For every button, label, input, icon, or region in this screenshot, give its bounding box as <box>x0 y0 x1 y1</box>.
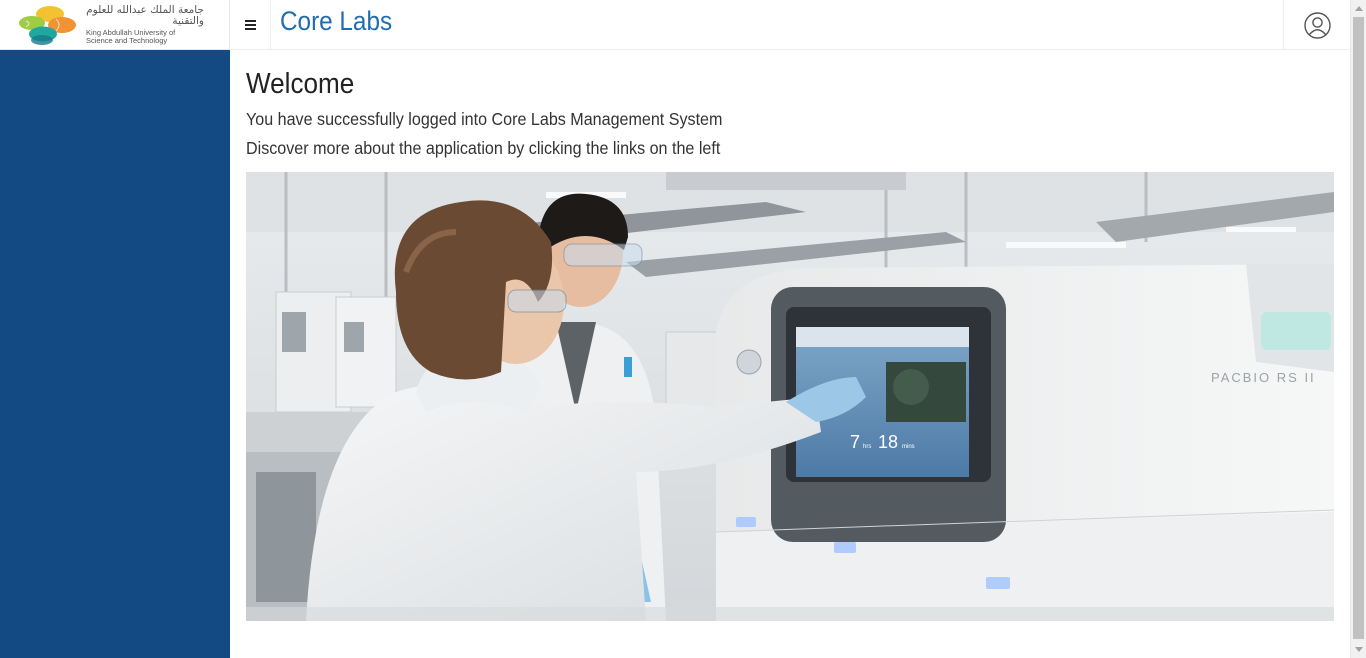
screen-hours-unit: hrs <box>863 444 871 450</box>
hero-image: PACBIO RS II 7 hrs 18 mins <box>246 172 1334 621</box>
screen-hours-value: 7 <box>850 432 860 452</box>
scroll-down-arrow-icon[interactable] <box>1355 647 1363 652</box>
lab-photo-illustration: PACBIO RS II 7 hrs 18 mins <box>246 172 1334 621</box>
scroll-thumb[interactable] <box>1353 17 1364 639</box>
logo-english-line-2: Science and Technology <box>86 35 168 45</box>
kaust-logo-icon <box>19 5 76 45</box>
page-title: Welcome <box>246 68 355 100</box>
welcome-message: You have successfully logged into Core L… <box>246 109 723 129</box>
app-root: جامعة الملك عبدالله للعلوم والتقنية King… <box>0 0 1366 658</box>
user-menu-button[interactable] <box>1283 0 1350 50</box>
university-logo[interactable]: جامعة الملك عبدالله للعلوم والتقنية King… <box>0 0 230 50</box>
hamburger-icon <box>244 20 256 30</box>
screen-minutes-value: 18 <box>878 432 898 452</box>
page-scrollbar[interactable] <box>1350 0 1366 658</box>
scroll-up-arrow-icon[interactable] <box>1355 6 1363 11</box>
welcome-hint: Discover more about the application by c… <box>246 138 721 158</box>
sidebar-nav <box>0 50 230 658</box>
main-content: Welcome You have successfully logged int… <box>246 50 1334 621</box>
menu-toggle-button[interactable] <box>230 0 271 50</box>
app-title[interactable]: Core Labs <box>280 6 392 37</box>
user-circle-icon <box>1303 11 1331 39</box>
screen-minutes-unit: mins <box>902 444 915 450</box>
logo-text: جامعة الملك عبدالله للعلوم والتقنية King… <box>86 3 211 45</box>
instrument-label: PACBIO RS II <box>1211 370 1316 385</box>
logo-arabic-text: جامعة الملك عبدالله للعلوم والتقنية <box>86 3 204 27</box>
top-header: Core Labs <box>230 0 1350 50</box>
